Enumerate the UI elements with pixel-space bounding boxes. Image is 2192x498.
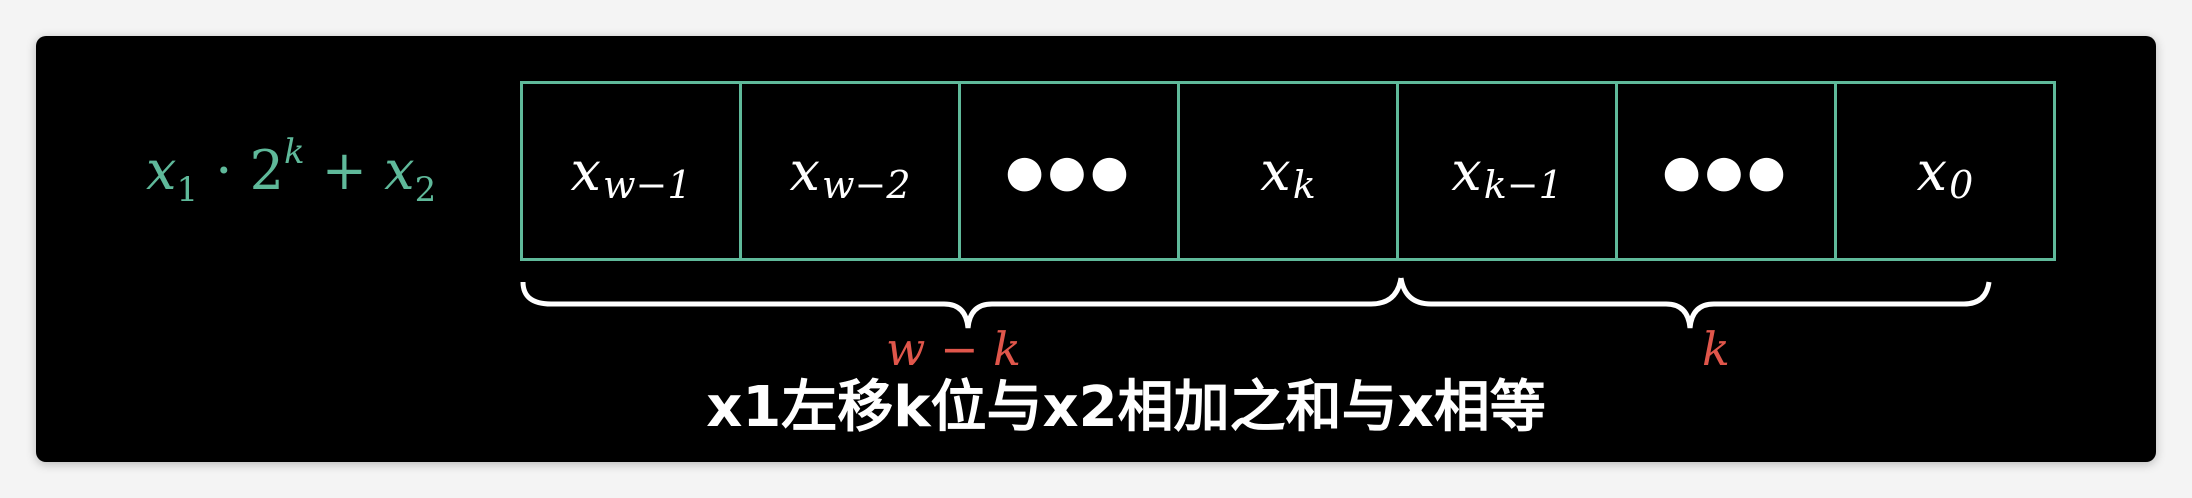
video-frame: x1 · 2k + x2 x w−1 x w−2 ●●● xk x k−1 ●●● x… (36, 36, 2156, 462)
left-brace (520, 277, 1404, 329)
subtitle-caption: x1左移k位与x2相加之和与x相等 (706, 375, 1546, 440)
right-brace (1398, 277, 1992, 329)
